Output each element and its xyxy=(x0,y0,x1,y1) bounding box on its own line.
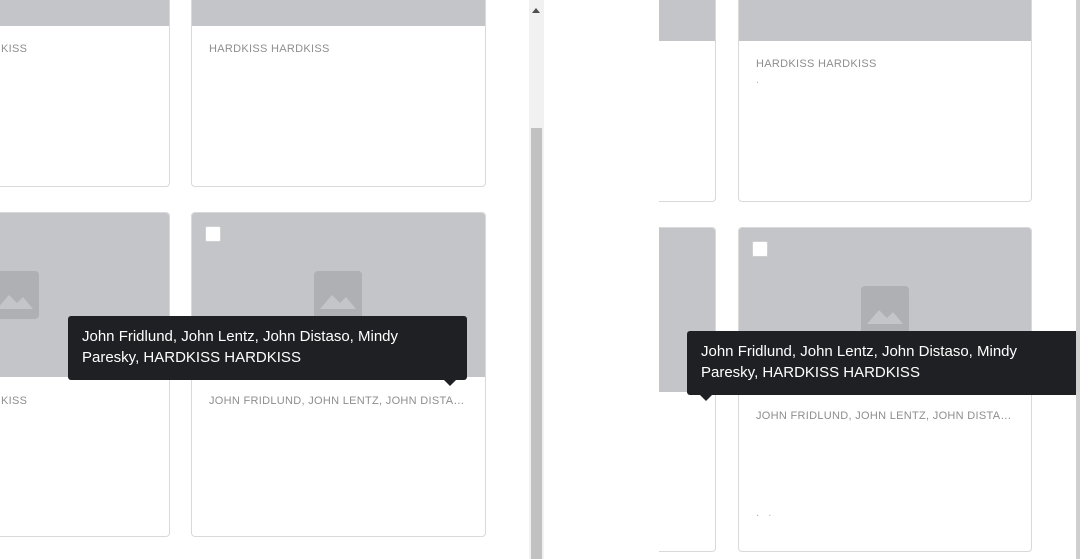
scrollbar[interactable] xyxy=(1076,0,1092,559)
card-subtitle: . xyxy=(756,74,760,86)
scrollbar-thumb[interactable] xyxy=(1076,0,1080,559)
card-subtitle: . . xyxy=(756,507,772,519)
card-artists: JOHN FRIDLUND, JOHN LENTZ, JOHN DISTASO,… xyxy=(756,410,1014,422)
scrollbar-thumb[interactable] xyxy=(531,128,542,559)
image-placeholder-icon xyxy=(314,271,362,319)
tooltip-text: John Fridlund, John Lentz, John Distaso,… xyxy=(701,343,1018,381)
select-checkbox[interactable] xyxy=(752,241,768,257)
card-artists: KISS xyxy=(1,43,28,55)
card-artists: HARDKISS HARDKISS xyxy=(756,58,877,70)
card-thumbnail xyxy=(0,0,169,26)
card-top-right[interactable]: HARDKISS HARDKISS . xyxy=(738,0,1032,202)
scrollbar[interactable] xyxy=(529,0,544,559)
artists-tooltip: John Fridlund, John Lentz, John Distaso,… xyxy=(68,316,467,386)
scroll-up-icon[interactable] xyxy=(532,8,540,13)
card-top-left[interactable]: KISS xyxy=(0,0,170,187)
card-top-right[interactable]: HARDKISS HARDKISS xyxy=(191,0,486,187)
image-placeholder-icon xyxy=(861,286,909,334)
card-thumbnail xyxy=(739,0,1031,41)
tooltip-arrow xyxy=(700,395,712,401)
tooltip-arrow xyxy=(444,380,456,386)
left-panel: KISS HARDKISS HARDKISS KISS JOHN FRIDLUN… xyxy=(0,0,546,559)
card-thumbnail xyxy=(192,0,485,26)
right-panel: HARDKISS HARDKISS . JOHN FRIDLUND, JOHN … xyxy=(546,0,1092,559)
artists-tooltip: John Fridlund, John Lentz, John Distaso,… xyxy=(687,331,1086,401)
card-thumbnail xyxy=(659,0,715,41)
card-top-left[interactable] xyxy=(659,0,716,202)
select-checkbox[interactable] xyxy=(205,226,221,242)
card-artists: KISS xyxy=(1,395,28,407)
tooltip-text: John Fridlund, John Lentz, John Distaso,… xyxy=(82,328,399,366)
card-artists: HARDKISS HARDKISS xyxy=(209,43,330,55)
image-placeholder-icon xyxy=(0,271,39,319)
card-artists: JOHN FRIDLUND, JOHN LENTZ, JOHN DISTASO,… xyxy=(209,395,467,407)
